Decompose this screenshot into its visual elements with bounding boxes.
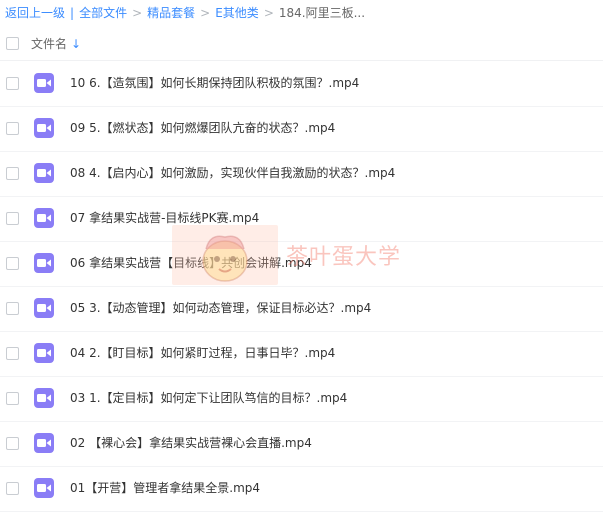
video-file-icon <box>34 343 54 363</box>
file-name[interactable]: 10 6.【造氛围】如何长期保持团队积极的氛围？.mp4 <box>70 75 359 91</box>
video-file-icon <box>34 163 54 183</box>
file-name[interactable]: 01【开营】管理者拿结果全景.mp4 <box>70 480 260 496</box>
file-name[interactable]: 06 拿结果实战营【目标线】共创会讲解.mp4 <box>70 255 312 271</box>
file-row[interactable]: 02 【裸心会】拿结果实战营裸心会直播.mp4 <box>0 421 603 467</box>
filename-column-label: 文件名 <box>31 37 68 51</box>
file-row[interactable]: 07 拿结果实战营-目标线PK赛.mp4 <box>0 196 603 242</box>
file-row[interactable]: 06 拿结果实战营【目标线】共创会讲解.mp4 <box>0 241 603 287</box>
file-name[interactable]: 03 1.【定目标】如何定下让团队笃信的目标？.mp4 <box>70 390 347 406</box>
file-row-checkbox[interactable] <box>6 212 19 225</box>
file-name[interactable]: 02 【裸心会】拿结果实战营裸心会直播.mp4 <box>70 435 312 451</box>
chevron-right-icon: > <box>263 6 274 20</box>
file-name[interactable]: 04 2.【盯目标】如何紧盯过程，日事日毕？.mp4 <box>70 345 335 361</box>
file-row-checkbox[interactable] <box>6 302 19 315</box>
file-row-checkbox[interactable] <box>6 347 19 360</box>
video-file-icon <box>34 298 54 318</box>
chevron-right-icon: > <box>132 6 143 20</box>
file-row[interactable]: 08 4.【启内心】如何激励，实现伙伴自我激励的状态？.mp4 <box>0 151 603 197</box>
video-file-icon <box>34 118 54 138</box>
file-row[interactable]: 09 5.【燃状态】如何燃爆团队亢奋的状态？.mp4 <box>0 106 603 152</box>
file-row-checkbox[interactable] <box>6 167 19 180</box>
file-row[interactable]: 01【开营】管理者拿结果全景.mp4 <box>0 466 603 512</box>
breadcrumb-all-files[interactable]: 全部文件 <box>79 5 127 21</box>
video-file-icon <box>34 73 54 93</box>
sort-down-icon[interactable]: ↓ <box>71 37 81 51</box>
file-row[interactable]: 05 3.【动态管理】如何动态管理，保证目标必达？.mp4 <box>0 286 603 332</box>
file-row-checkbox[interactable] <box>6 392 19 405</box>
breadcrumb-current-folder: 184.阿里三板... <box>278 6 366 20</box>
breadcrumb-other-category[interactable]: E其他类 <box>215 5 259 21</box>
video-file-icon <box>34 478 54 498</box>
file-name[interactable]: 08 4.【启内心】如何激励，实现伙伴自我激励的状态？.mp4 <box>70 165 395 181</box>
video-file-icon <box>34 253 54 273</box>
file-list-header: 文件名 ↓ <box>0 30 603 61</box>
file-row-checkbox[interactable] <box>6 257 19 270</box>
filename-column-header[interactable]: 文件名 ↓ <box>31 35 81 52</box>
file-row-checkbox[interactable] <box>6 482 19 495</box>
chevron-right-icon: > <box>200 6 211 20</box>
select-all-checkbox[interactable] <box>6 37 19 50</box>
breadcrumb-premium-package[interactable]: 精品套餐 <box>147 5 195 21</box>
video-file-icon <box>34 388 54 408</box>
video-file-icon <box>34 433 54 453</box>
file-name[interactable]: 05 3.【动态管理】如何动态管理，保证目标必达？.mp4 <box>70 300 371 316</box>
file-name[interactable]: 07 拿结果实战营-目标线PK赛.mp4 <box>70 210 259 226</box>
file-name[interactable]: 09 5.【燃状态】如何燃爆团队亢奋的状态？.mp4 <box>70 120 335 136</box>
file-row-checkbox[interactable] <box>6 437 19 450</box>
file-row[interactable]: 03 1.【定目标】如何定下让团队笃信的目标？.mp4 <box>0 376 603 422</box>
file-row[interactable]: 04 2.【盯目标】如何紧盯过程，日事日毕？.mp4 <box>0 331 603 377</box>
breadcrumb: 返回上一级 | 全部文件 > 精品套餐 > E其他类 > 184.阿里三板... <box>5 5 365 21</box>
file-row[interactable]: 10 6.【造氛围】如何长期保持团队积极的氛围？.mp4 <box>0 61 603 107</box>
file-row-checkbox[interactable] <box>6 77 19 90</box>
back-link[interactable]: 返回上一级 <box>5 5 65 21</box>
file-row-checkbox[interactable] <box>6 122 19 135</box>
breadcrumb-separator: | <box>70 6 75 20</box>
video-file-icon <box>34 208 54 228</box>
